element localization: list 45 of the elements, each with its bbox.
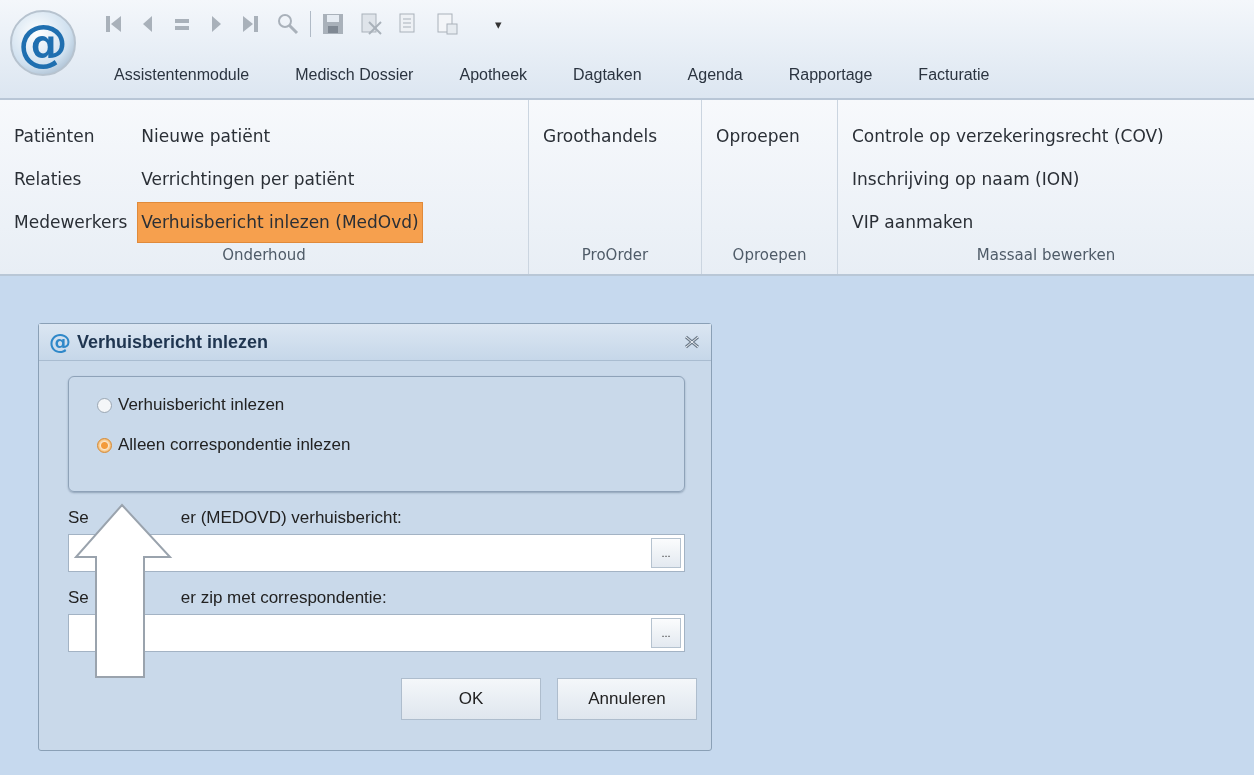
- dialog-button[interactable]: Annuleren: [557, 678, 697, 720]
- ribbon-item[interactable]: Patiënten: [10, 116, 99, 157]
- browse-button[interactable]: ...: [651, 618, 681, 648]
- dialog-button[interactable]: OK: [401, 678, 541, 720]
- ribbon-tab[interactable]: Assistentenmodule: [114, 66, 250, 84]
- ribbon-tab[interactable]: Agenda: [687, 66, 743, 84]
- field-label: Se: [68, 588, 89, 609]
- dialog-title: Verhuisbericht inlezen: [77, 331, 270, 353]
- browse-button[interactable]: ...: [651, 538, 681, 568]
- group-label: Massaal bewerken: [975, 246, 1117, 266]
- radio-label[interactable]: Alleen correspondentie inlezen: [118, 435, 351, 455]
- app-icon: @: [49, 331, 71, 353]
- file-path-field[interactable]: ...: [68, 614, 685, 652]
- ribbon-item[interactable]: Medewerkers: [10, 202, 132, 243]
- save-icon[interactable]: [321, 12, 345, 36]
- group-label: ProOrder: [580, 246, 650, 266]
- field-label: er zip met correspondentie:: [180, 588, 387, 609]
- field-label: Se: [68, 508, 89, 529]
- document-icon[interactable]: [359, 12, 383, 36]
- ribbon-item[interactable]: VIP aanmaken: [848, 202, 978, 243]
- ribbon-tab[interactable]: Facturatie: [918, 66, 990, 84]
- search-icon[interactable]: [276, 12, 300, 36]
- ribbon-item[interactable]: Verrichtingen per patiënt: [137, 159, 359, 200]
- ribbon-item[interactable]: Oproepen: [712, 116, 804, 157]
- ribbon-item[interactable]: Nieuwe patiënt: [137, 116, 275, 157]
- ribbon-item[interactable]: Controle op verzekeringsrecht (COV): [848, 116, 1168, 157]
- ribbon-item[interactable]: Relaties: [10, 159, 86, 200]
- ribbon-tab[interactable]: Rapportage: [788, 66, 873, 84]
- ribbon-item[interactable]: Inschrijving op naam (ION): [848, 159, 1084, 200]
- document-icon[interactable]: [435, 12, 459, 36]
- ribbon-tab[interactable]: Medisch Dossier: [295, 66, 414, 84]
- group-label: Onderhoud: [221, 246, 307, 266]
- customize-menu-button[interactable]: ▾: [495, 16, 502, 32]
- close-icon[interactable]: [683, 334, 701, 350]
- ribbon-item[interactable]: Verhuisbericht inlezen (MedOvd): [137, 202, 423, 243]
- app-logo-button[interactable]: @: [10, 10, 76, 76]
- first-record-icon[interactable]: [104, 13, 124, 35]
- radio-button[interactable]: [97, 437, 112, 453]
- radio-button[interactable]: [97, 397, 112, 413]
- ribbon-tab[interactable]: Apotheek: [459, 66, 528, 84]
- ribbon-tab[interactable]: Dagtaken: [573, 66, 642, 84]
- field-label: er (MEDOVD) verhuisbericht:: [180, 508, 402, 529]
- ribbon-item[interactable]: Groothandels: [539, 116, 662, 157]
- radio-label[interactable]: Verhuisbericht inlezen: [118, 395, 285, 415]
- group-label: Oproepen: [731, 246, 808, 266]
